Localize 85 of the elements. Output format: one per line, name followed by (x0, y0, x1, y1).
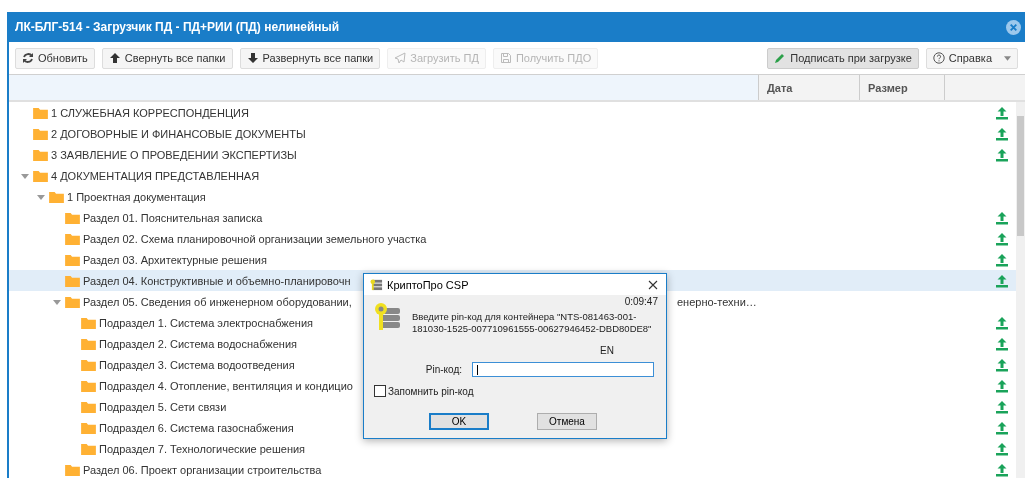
expand-arrow-icon[interactable] (21, 171, 29, 180)
tree-item[interactable]: Раздел 02. Схема планировочной организации земельного участка (83, 232, 427, 245)
upload-icon[interactable] (995, 210, 1009, 225)
tree-item[interactable]: Подраздел 4. Отопление, вентиляция и кондицио (99, 379, 353, 392)
close-icon[interactable] (648, 279, 658, 290)
toolbar-button[interactable]: Обновить (15, 47, 95, 69)
refresh-icon (22, 52, 34, 64)
folder-icon (81, 316, 96, 329)
folder-icon (65, 463, 80, 476)
arrow-down-icon (246, 52, 259, 64)
tree-item[interactable]: 3 ЗАЯВЛЕНИЕ О ПРОВЕДЕНИИ ЭКСПЕРТИЗЫ (51, 148, 297, 161)
upload-icon[interactable] (995, 441, 1009, 456)
tree-item[interactable]: 1 СЛУЖЕБНАЯ КОРРЕСПОНДЕНЦИЯ (51, 106, 249, 119)
scrollbar[interactable] (1016, 102, 1025, 478)
pencil-icon (774, 52, 787, 64)
upload-icon[interactable] (995, 105, 1009, 120)
upload-icon[interactable] (995, 462, 1009, 477)
field-label: Pin-код: (424, 364, 463, 375)
upload-icon[interactable] (995, 420, 1009, 435)
toolbar-button[interactable]: Свернуть все папки (101, 47, 233, 69)
upload-icon[interactable] (995, 126, 1009, 141)
countdown-timer: 0:09:47 (623, 296, 658, 307)
expand-arrow-icon[interactable] (37, 192, 45, 201)
tree-item[interactable]: 2 ДОГОВОРНЫЕ И ФИНАНСОВЫЕ ДОКУМЕНТЫ (51, 127, 306, 140)
tree-item[interactable]: Подраздел 6. Система газоснабжения (99, 421, 294, 434)
folder-icon (65, 211, 80, 224)
upload-icon[interactable] (995, 252, 1009, 267)
toolbar-button[interactable]: Развернуть все папки (239, 47, 381, 69)
tree-item[interactable]: Подраздел 3. Система водоотведения (99, 358, 295, 371)
folder-icon (65, 253, 80, 266)
folder-icon (65, 274, 80, 287)
keys-icon (370, 278, 383, 291)
folder-icon (81, 379, 96, 392)
folder-icon (65, 232, 80, 245)
tree-item[interactable]: Раздел 06. Проект организации строительства (83, 463, 322, 476)
upload-icon[interactable] (995, 147, 1009, 162)
help-icon (932, 52, 945, 64)
paper-plane-icon (394, 52, 407, 64)
folder-icon (81, 400, 96, 413)
tree-item[interactable]: Подраздел 1. Система электроснабжения (99, 316, 313, 329)
pin-input-field[interactable] (472, 362, 654, 377)
folder-icon (81, 442, 96, 455)
folder-icon (81, 337, 96, 350)
folder-icon (65, 295, 80, 308)
folder-icon (33, 169, 48, 182)
dialog-button[interactable]: Отмена (537, 413, 597, 430)
dialog-title: КриптоПро CSP (387, 278, 469, 291)
arrow-up-icon (108, 52, 121, 64)
tree-item[interactable]: Подраздел 7. Технологические решения (99, 442, 306, 455)
checkbox[interactable] (374, 385, 386, 397)
folder-icon (33, 148, 48, 161)
column-header[interactable]: Размер (859, 75, 944, 100)
tree-item[interactable]: Раздел 03. Архитектурные решения (83, 253, 267, 266)
upload-icon[interactable] (995, 378, 1009, 393)
save-icon (499, 52, 512, 64)
tree-item[interactable]: 1 Проектная документация (67, 190, 206, 203)
upload-icon[interactable] (995, 399, 1009, 414)
keyboard-layout: EN (599, 345, 615, 356)
upload-icon[interactable] (995, 231, 1009, 246)
tree-item[interactable]: Подраздел 2. Система водоснабжения (99, 337, 297, 350)
toolbar-button[interactable]: Подписать при загрузке (767, 47, 919, 69)
column-header[interactable]: Дата (758, 75, 859, 100)
tree-item[interactable]: Подраздел 5. Сети связи (99, 400, 227, 413)
upload-icon[interactable] (995, 336, 1009, 351)
dialog-button[interactable]: OK (429, 413, 489, 430)
folder-icon (81, 358, 96, 371)
tree-item[interactable]: Раздел 05. Сведения об инженерном оборудовании, (83, 295, 352, 308)
folder-icon (81, 421, 96, 434)
folder-icon (49, 190, 64, 203)
folder-icon (33, 106, 48, 119)
upload-icon[interactable] (995, 357, 1009, 372)
keys-icon (374, 302, 402, 332)
expand-arrow-icon[interactable] (53, 297, 61, 306)
window-title: ЛК-БЛГ-514 - Загрузчик ПД - ПД+РИИ (ПД) нелинейный (15, 20, 340, 34)
caret-icon (1004, 55, 1011, 61)
tree-item[interactable]: Раздел 01. Пояснительная записка (83, 211, 263, 224)
toolbar-button[interactable]: Справка (925, 47, 1018, 69)
upload-icon[interactable] (995, 315, 1009, 330)
upload-icon[interactable] (995, 273, 1009, 288)
tree-item[interactable]: 4 ДОКУМЕНТАЦИЯ ПРЕДСТАВЛЕННАЯ (51, 169, 260, 182)
checkbox-label: Запомнить pin-код (388, 385, 474, 397)
folder-icon (33, 127, 48, 140)
dialog-message: Введите pin-код для контейнера "NTS-081463-001-181030-1525-007710961555-00627946452-DBD80DE8" (412, 311, 653, 335)
tree-item[interactable]: Раздел 04. Конструктивные и объемно-планировочн (83, 274, 351, 287)
tree-item-label: енерно-техни… (677, 295, 757, 308)
